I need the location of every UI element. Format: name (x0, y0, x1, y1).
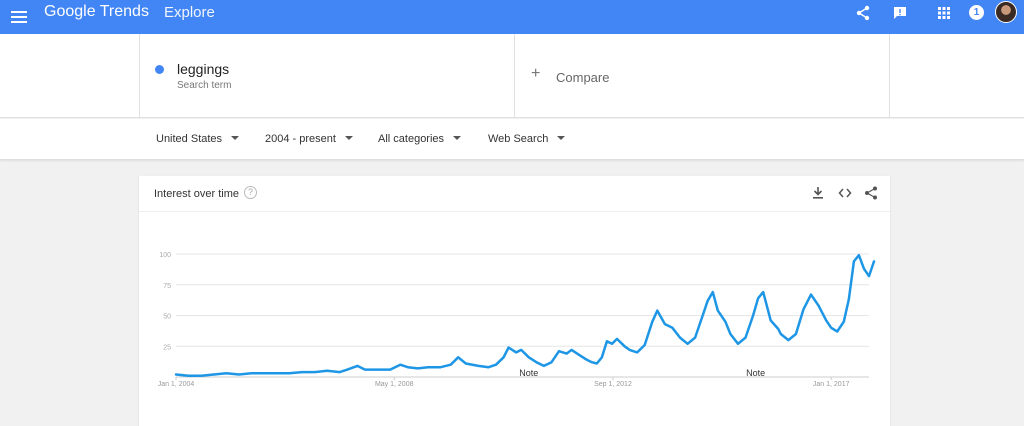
search-term-card[interactable]: leggings Search term (139, 34, 515, 118)
x-tick-label: Sep 1, 2012 (594, 381, 632, 388)
x-tick-label: Jan 1, 2004 (158, 381, 195, 388)
feedback-icon[interactable] (892, 5, 908, 21)
search-term-type: Search term (177, 80, 232, 91)
menu-icon[interactable] (10, 8, 28, 26)
compare-button[interactable]: + Compare (515, 34, 890, 118)
region-filter[interactable]: United States (156, 133, 240, 145)
google-trends-logo[interactable]: Google Trends (44, 3, 149, 21)
chevron-down-icon (231, 136, 240, 140)
note-annotation: Note (746, 368, 765, 378)
x-tick-label: May 1, 2008 (375, 381, 414, 388)
term-color-dot (155, 65, 164, 74)
time-filter[interactable]: 2004 - present (265, 133, 353, 145)
y-tick-label: 25 (163, 344, 171, 351)
chevron-down-icon (344, 136, 353, 140)
card-title: Interest over time (154, 188, 239, 200)
share-icon[interactable] (855, 5, 871, 21)
app-bar: Google Trends Explore 1 (0, 0, 1024, 34)
search-type-filter[interactable]: Web Search (488, 133, 566, 145)
chevron-down-icon (557, 136, 566, 140)
note-annotation: Note (519, 368, 538, 378)
share-icon[interactable] (864, 186, 878, 200)
category-filter-label: All categories (378, 133, 445, 145)
page-title: Explore (164, 4, 215, 21)
download-icon[interactable] (811, 186, 825, 200)
embed-code-icon[interactable] (838, 186, 852, 200)
search-term[interactable]: leggings (177, 61, 229, 77)
notifications-badge[interactable]: 1 (969, 5, 984, 20)
y-tick-label: 100 (159, 252, 171, 259)
plus-icon: + (531, 65, 541, 82)
help-icon[interactable]: ? (244, 186, 257, 199)
y-tick-label: 75 (163, 283, 171, 290)
region-filter-label: United States (156, 133, 223, 145)
apps-grid-icon[interactable] (936, 5, 952, 21)
avatar[interactable] (995, 1, 1017, 23)
chevron-down-icon (453, 136, 462, 140)
search-bar: leggings Search term + Compare (0, 34, 1024, 118)
time-filter-label: 2004 - present (265, 133, 336, 145)
card-header: Interest over time ? (139, 176, 890, 212)
category-filter[interactable]: All categories (378, 133, 462, 145)
y-tick-label: 50 (163, 314, 171, 321)
x-tick-label: Jan 1, 2017 (813, 381, 850, 388)
compare-label: Compare (556, 70, 610, 85)
interest-chart[interactable]: 25 50 75 100 Jan 1, 2004 May 1, 2008 Sep 1, 20… (139, 212, 890, 426)
interest-chart-svg: 25 50 75 100 Jan 1, 2004 May 1, 2008 Sep 1, 20… (158, 252, 876, 388)
filter-bar: United States 2004 - present All categor… (0, 119, 1024, 160)
search-type-filter-label: Web Search (488, 133, 549, 145)
interest-over-time-card: Interest over time ? 25 50 75 100 Jan 1, 200… (139, 176, 890, 426)
